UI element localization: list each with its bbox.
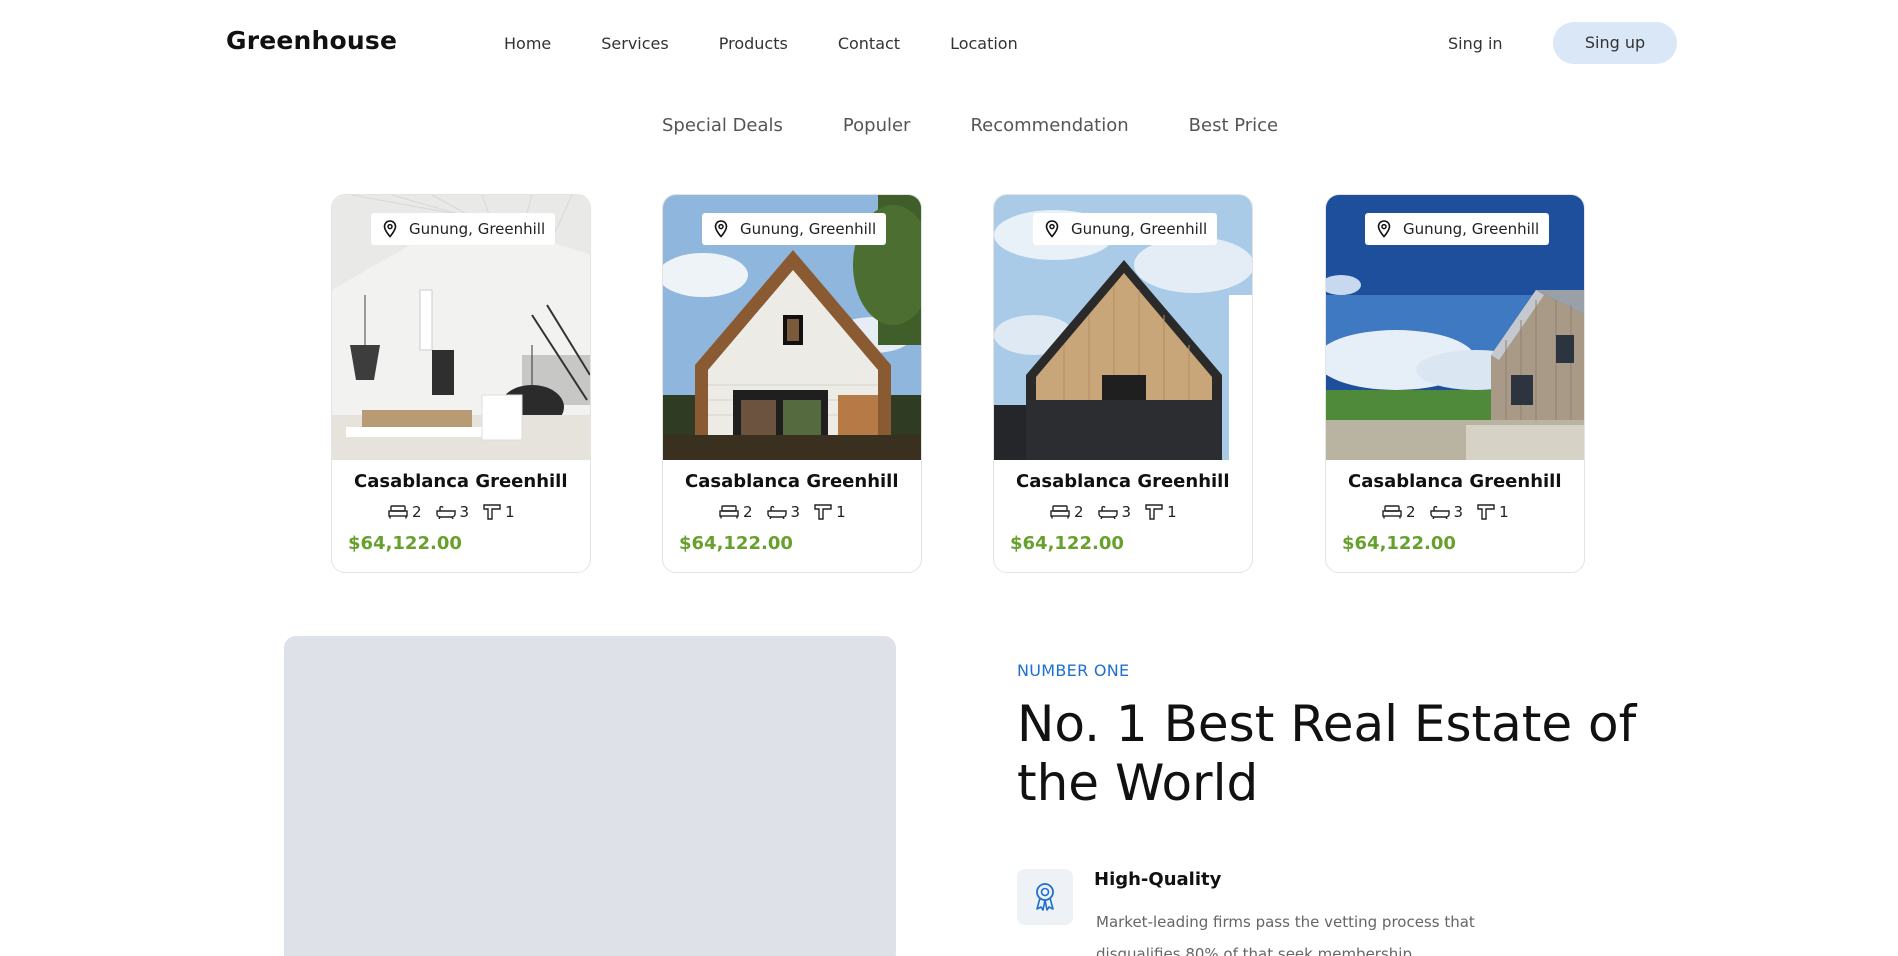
bed-count: 2 [1406, 503, 1416, 521]
brand-logo[interactable]: Greenhouse [226, 26, 397, 55]
bathtub-icon [1429, 505, 1450, 519]
room-count: 1 [836, 503, 846, 521]
feature-title: High-Quality [1094, 869, 1222, 890]
bath-count: 3 [790, 503, 801, 521]
listing-features: 2 3 1 [1050, 503, 1191, 521]
room-count: 1 [1499, 503, 1509, 521]
bath-count: 3 [1453, 503, 1464, 521]
main-menu: Home Services Products Contact Location [504, 34, 1018, 53]
bed-icon [1382, 505, 1402, 519]
bathtub-icon [766, 505, 787, 519]
sign-up-button[interactable]: Sing up [1553, 22, 1677, 64]
map-pin-icon [1377, 220, 1391, 238]
room-count: 1 [505, 503, 515, 521]
listing-price: $64,122.00 [679, 533, 793, 554]
section-eyebrow: NUMBER ONE [1017, 661, 1130, 680]
tab-recommendation[interactable]: Recommendation [970, 115, 1128, 136]
listing-title[interactable]: Casablanca Greenhill [1348, 471, 1562, 492]
bath-count: 3 [459, 503, 470, 521]
nav-services-link[interactable]: Services [601, 34, 668, 53]
area-icon [1477, 504, 1495, 520]
feature-description: Market-leading firms pass the vetting pr… [1096, 913, 1475, 956]
room-count: 1 [1167, 503, 1177, 521]
location-badge: Gunung, Greenhill [1033, 213, 1218, 245]
listing-features: 2 3 1 [719, 503, 860, 521]
listing-card[interactable]: Gunung, Greenhill Casablanca Greenhill 2… [662, 194, 922, 573]
listing-title[interactable]: Casablanca Greenhill [354, 471, 568, 492]
bed-count: 2 [1074, 503, 1084, 521]
bed-icon [719, 505, 739, 519]
tab-populer[interactable]: Populer [843, 115, 911, 136]
tab-special-deals[interactable]: Special Deals [662, 115, 783, 136]
location-text: Gunung, Greenhill [1071, 220, 1208, 238]
map-pin-icon [383, 220, 397, 238]
bathtub-icon [1097, 505, 1118, 519]
listing-features: 2 3 1 [388, 503, 529, 521]
top-navbar: Greenhouse Home Services Products Contac… [0, 0, 1898, 86]
listing-price: $64,122.00 [348, 533, 462, 554]
section-headline: No. 1 Best Real Estate of the World [1017, 695, 1637, 812]
sign-in-link[interactable]: Sing in [1448, 34, 1503, 53]
location-text: Gunung, Greenhill [1403, 220, 1540, 238]
tab-best-price[interactable]: Best Price [1189, 115, 1279, 136]
feature-icon-tile [1017, 869, 1073, 925]
bed-icon [1050, 505, 1070, 519]
listing-card[interactable]: Gunung, Greenhill Casablanca Greenhill 2… [1325, 194, 1585, 573]
area-icon [814, 504, 832, 520]
listing-price: $64,122.00 [1342, 533, 1456, 554]
nav-contact-link[interactable]: Contact [838, 34, 900, 53]
listing-title[interactable]: Casablanca Greenhill [685, 471, 899, 492]
image-placeholder [284, 636, 896, 956]
nav-products-link[interactable]: Products [719, 34, 788, 53]
listing-title[interactable]: Casablanca Greenhill [1016, 471, 1230, 492]
location-badge: Gunung, Greenhill [1365, 213, 1550, 245]
nav-home-link[interactable]: Home [504, 34, 551, 53]
listing-card[interactable]: Gunung, Greenhill Casablanca Greenhill 2… [993, 194, 1253, 573]
bath-count: 3 [1121, 503, 1132, 521]
map-pin-icon [714, 220, 728, 238]
award-ribbon-icon [1036, 883, 1054, 911]
bed-count: 2 [412, 503, 422, 521]
bed-count: 2 [743, 503, 753, 521]
map-pin-icon [1045, 220, 1059, 238]
area-icon [1145, 504, 1163, 520]
listing-features: 2 3 1 [1382, 503, 1523, 521]
listing-filter-tabs: Special Deals Populer Recommendation Bes… [662, 115, 1338, 136]
area-icon [483, 504, 501, 520]
listing-card[interactable]: Gunung, Greenhill Casablanca Greenhill 2… [331, 194, 591, 573]
nav-location-link[interactable]: Location [950, 34, 1018, 53]
location-text: Gunung, Greenhill [409, 220, 546, 238]
location-badge: Gunung, Greenhill [371, 213, 556, 245]
location-text: Gunung, Greenhill [740, 220, 877, 238]
bathtub-icon [435, 505, 456, 519]
bed-icon [388, 505, 408, 519]
location-badge: Gunung, Greenhill [702, 213, 887, 245]
listing-price: $64,122.00 [1010, 533, 1124, 554]
